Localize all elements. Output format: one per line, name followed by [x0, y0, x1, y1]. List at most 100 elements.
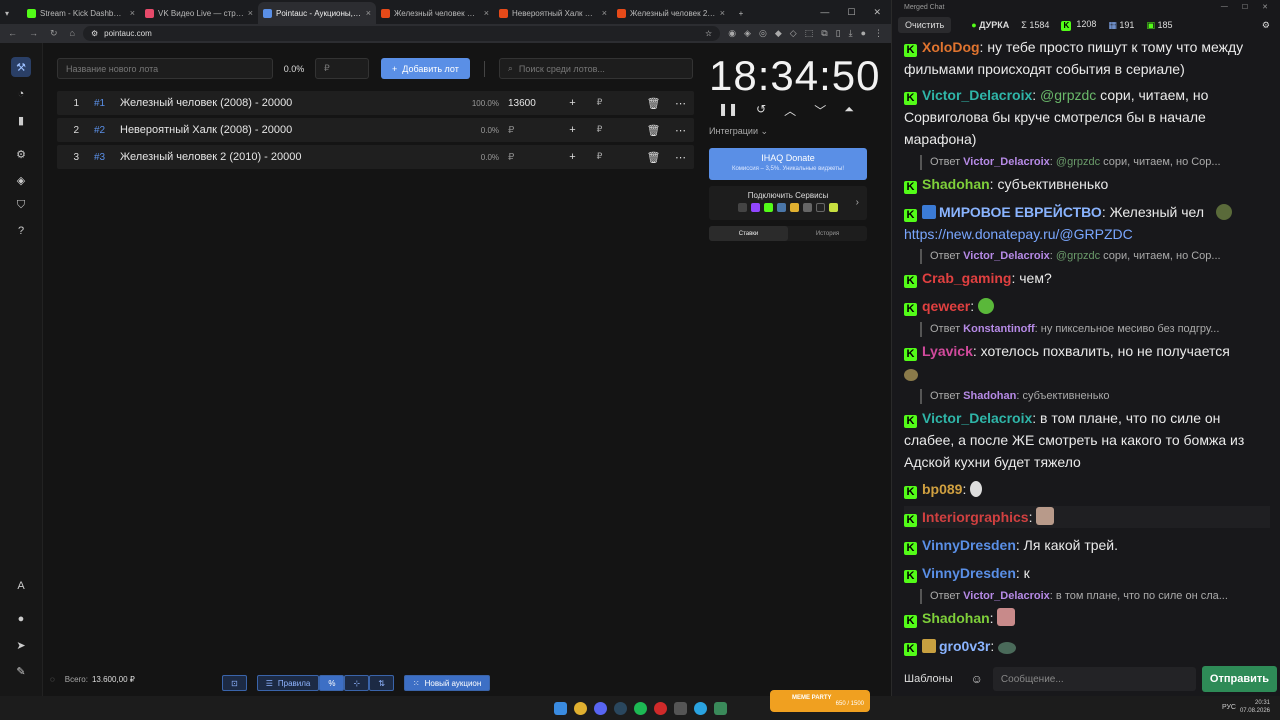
- chrome-icon[interactable]: [573, 701, 587, 715]
- chat-message[interactable]: K Victor_Delacroix: @grpzdc сори, читаем,…: [904, 84, 1274, 150]
- app-icon[interactable]: [713, 701, 727, 715]
- split-button[interactable]: ⊹: [344, 675, 370, 691]
- subtract-time-chevron-down-icon[interactable]: ﹀: [814, 102, 826, 119]
- maximize-icon[interactable]: ☐: [847, 7, 855, 18]
- new-lot-name-input[interactable]: Название нового лота: [57, 58, 273, 79]
- help-icon[interactable]: ?: [11, 221, 31, 241]
- more-menu-icon[interactable]: ⋯: [667, 151, 694, 164]
- app-icon[interactable]: [673, 701, 687, 715]
- chat-message[interactable]: K Shadohan:: [904, 607, 1274, 629]
- chat-message[interactable]: K МИРОВОЕ ЕВРЕЙСТВО: Железный чел https://…: [904, 201, 1274, 245]
- chat-message[interactable]: Kqeweer:: [904, 295, 1274, 317]
- new-tab-button[interactable]: +: [730, 2, 752, 24]
- extensions-puzzle-icon[interactable]: ⧉: [821, 28, 827, 39]
- currency-icon[interactable]: ₽: [586, 97, 613, 110]
- bookmark-star-icon[interactable]: ☆: [705, 29, 712, 38]
- close-tab-icon[interactable]: ×: [130, 8, 135, 18]
- chat-message[interactable]: K Lyavick: хотелось похвалить, но не полу…: [904, 340, 1274, 384]
- browser-tab[interactable]: Stream - Kick Dashboard ×: [22, 2, 140, 24]
- steam-icon[interactable]: [613, 701, 627, 715]
- minimize-icon[interactable]: —: [1221, 3, 1228, 11]
- extension-icon[interactable]: ◆: [775, 28, 782, 39]
- reply-quote[interactable]: Ответ Konstantinoff: ну пиксельное месив…: [920, 322, 1270, 337]
- save-icon-button[interactable]: ⊡: [222, 675, 247, 691]
- browser-tab-active[interactable]: Pointauc - Аукционы, лотереи…×: [258, 2, 376, 24]
- browser-tab[interactable]: VK Видео Live — стримы, прям…×: [140, 2, 258, 24]
- opera-icon[interactable]: [653, 701, 667, 715]
- sidebar-icon[interactable]: ▯: [836, 28, 841, 39]
- double-chevron-up-icon[interactable]: ⏶: [844, 102, 854, 119]
- auction-gavel-icon[interactable]: ⚒: [11, 57, 31, 77]
- browser-menu-icon[interactable]: ⋮: [874, 28, 883, 39]
- extension-icon[interactable]: ⬚: [805, 28, 814, 39]
- tab-menu-icon[interactable]: ▾: [5, 9, 9, 18]
- chat-message[interactable]: Kgro0v3r:: [904, 635, 1274, 657]
- emoji-icon[interactable]: ☺: [967, 672, 987, 686]
- home-icon[interactable]: ⌂: [70, 28, 75, 39]
- forward-icon[interactable]: →: [29, 28, 38, 39]
- connect-services-button[interactable]: Подключить Сервисы ›: [709, 186, 867, 220]
- wheel-icon[interactable]: ◔: [11, 84, 31, 104]
- chat-message[interactable]: K Interiorgraphics:: [904, 506, 1270, 528]
- telegram-icon[interactable]: ➤: [11, 635, 31, 655]
- chat-message[interactable]: K XoloDog: ну тебе просто пишут к тому чт…: [904, 36, 1274, 80]
- rules-button[interactable]: ☰ Правила: [256, 675, 320, 691]
- donate-link[interactable]: https://new.donatepay.ru/@GRPZDC: [904, 226, 1133, 242]
- more-menu-icon[interactable]: ⋯: [667, 97, 694, 110]
- close-tab-icon[interactable]: ×: [248, 8, 253, 18]
- notes-icon[interactable]: ✎: [11, 661, 31, 681]
- profile-icon[interactable]: ●: [861, 28, 866, 39]
- ihaq-donate-button[interactable]: IHAQ Donate Комиссия – 3,5%. Уникальные …: [709, 148, 867, 180]
- add-bid-plus-icon[interactable]: +: [559, 124, 586, 137]
- translate-icon[interactable]: A: [11, 576, 31, 596]
- reload-icon[interactable]: ↻: [50, 28, 58, 39]
- delete-trash-icon[interactable]: 🗑: [640, 151, 667, 164]
- clock[interactable]: 20:31 07.08.2026: [1240, 699, 1270, 715]
- add-bid-plus-icon[interactable]: +: [559, 97, 586, 110]
- extension-icon[interactable]: ◎: [759, 28, 767, 39]
- pause-icon[interactable]: ❚❚: [718, 102, 738, 119]
- integrations-dropdown[interactable]: Интеграции ⌄: [709, 126, 768, 137]
- add-bid-plus-icon[interactable]: +: [559, 151, 586, 164]
- chat-message[interactable]: K VinnyDresden: Ля какой трей.: [904, 534, 1274, 556]
- new-auction-button[interactable]: ⁙ Новый аукцион: [403, 675, 491, 691]
- back-icon[interactable]: ←: [8, 28, 17, 39]
- delete-trash-icon[interactable]: 🗑: [640, 97, 667, 110]
- lot-search-input[interactable]: ⌕ Поиск среди лотов...: [498, 58, 693, 79]
- clear-chat-button[interactable]: Очистить: [898, 17, 952, 33]
- chat-message[interactable]: Kbp089:: [904, 478, 1274, 500]
- telegram-icon[interactable]: [693, 701, 707, 715]
- extension-icon[interactable]: ◈: [744, 28, 751, 39]
- lot-row[interactable]: 3 #3 Железный человек 2 (2010) - 20000 0…: [57, 145, 694, 169]
- close-window-icon[interactable]: ✕: [873, 7, 881, 18]
- percent-toggle-button[interactable]: %: [319, 675, 345, 691]
- add-time-chevron-up-icon[interactable]: ︿: [784, 102, 796, 119]
- chat-message[interactable]: K Victor_Delacroix: в том плане, что по с…: [904, 407, 1274, 473]
- reply-quote[interactable]: Ответ Shadohan: субъективненько: [920, 389, 1270, 404]
- layers-icon[interactable]: ◈: [11, 170, 31, 190]
- language-indicator[interactable]: РУС: [1222, 704, 1236, 711]
- spotify-icon[interactable]: [633, 701, 647, 715]
- reply-quote[interactable]: Ответ Victor_Delacroix: @grpzdc сори, чи…: [920, 155, 1270, 170]
- settings-gear-icon[interactable]: ⚙: [11, 144, 31, 164]
- extension-icon[interactable]: ◇: [790, 28, 797, 39]
- more-menu-icon[interactable]: ⋯: [667, 124, 694, 137]
- tab-bets[interactable]: Ставки: [709, 226, 788, 241]
- close-tab-icon[interactable]: ×: [366, 8, 371, 18]
- close-tab-icon[interactable]: ×: [602, 8, 607, 18]
- browser-tab[interactable]: Железный человек 2 фильм, 2…×: [612, 2, 730, 24]
- github-icon[interactable]: ●: [11, 609, 31, 629]
- delete-trash-icon[interactable]: 🗑: [640, 124, 667, 137]
- reply-quote[interactable]: Ответ Victor_Delacroix: в том плане, что…: [920, 589, 1270, 604]
- close-window-icon[interactable]: ✕: [1262, 3, 1268, 11]
- meme-party-widget[interactable]: MEME PARTY 650 / 1500: [770, 690, 870, 712]
- close-tab-icon[interactable]: ×: [484, 8, 489, 18]
- lot-row[interactable]: 2 #2 Невероятный Халк (2008) - 20000 0.0…: [57, 118, 694, 142]
- url-field[interactable]: ⚙ pointauc.com ☆: [82, 26, 721, 41]
- shield-icon[interactable]: ⛉: [11, 195, 31, 215]
- send-button[interactable]: Отправить: [1201, 666, 1277, 692]
- site-info-icon[interactable]: ⚙: [91, 29, 98, 38]
- tab-history[interactable]: История: [788, 226, 867, 241]
- lot-row[interactable]: 1 #1 Железный человек (2008) - 20000 100…: [57, 91, 694, 115]
- chat-message[interactable]: K Shadohan: субъективненько: [904, 173, 1274, 195]
